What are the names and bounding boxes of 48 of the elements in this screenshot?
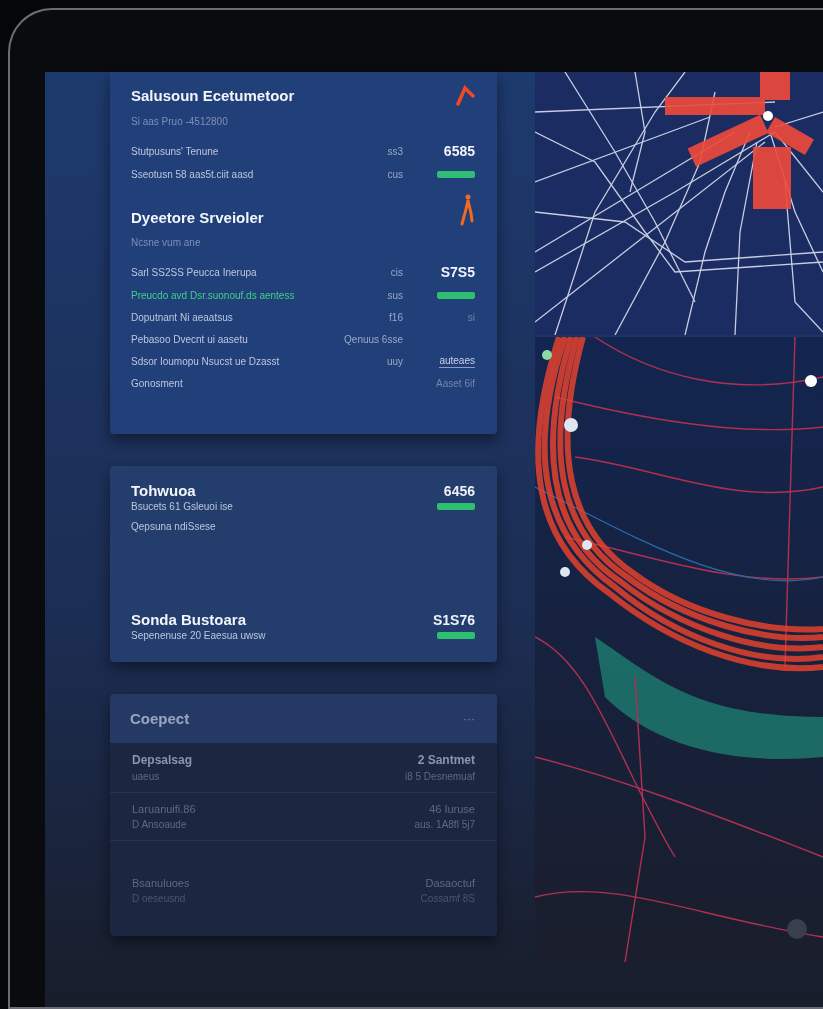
section-title: Dyeetore Srveioler: [131, 208, 264, 226]
row-label: Preucdo avd Dsr.suonouf.ds aentess: [131, 289, 296, 301]
row-note: f16: [389, 311, 403, 323]
row-value: si: [467, 311, 475, 323]
table-cell: i8 5 Desnemuaf: [404, 771, 475, 782]
table-cell-text: uaeus: [132, 771, 161, 782]
table-cell: 46 Iuruse: [429, 803, 475, 815]
row-label: Sepenenuse 20 Eaesua uwsw: [131, 629, 267, 641]
status-badge: [437, 291, 475, 299]
row-note: Qenuus 6sse: [344, 333, 403, 345]
table-cell: aus. 1A8fl 5j7: [414, 819, 475, 830]
row-label: Gonosment: [131, 377, 184, 389]
table-title: Coepect: [130, 710, 190, 727]
amount-value: 6585: [443, 143, 475, 159]
row-note: sus: [387, 289, 403, 301]
row-value: Aaset 6if: [436, 377, 475, 389]
table-cell: 2 Santmet: [417, 753, 475, 767]
row-note: cus: [387, 168, 403, 180]
row-label: Sdsor Ioumopu Nsucst ue Dzasst: [131, 355, 281, 367]
amount-value: S7S5: [440, 264, 475, 280]
figure-icon: [459, 193, 475, 227]
table-cell: Laruanuifi.86: [132, 803, 196, 815]
row-label: Doputnant Ni aeaatsus: [131, 311, 234, 323]
row-label: Qepsuna ndiSsese: [131, 520, 217, 532]
section-title: Tohwuoa: [131, 482, 196, 499]
row-label: Sseotusn 58 aas5t.ciit aasd: [131, 168, 255, 180]
row-note: ss3: [387, 145, 403, 157]
section-title: Salusoun Ecetumetoor: [131, 86, 295, 104]
section-subtitle: Ncsne vum ane: [131, 237, 202, 248]
row-label: Stutpusuns' Tenune: [131, 145, 220, 157]
section-subtitle: Si aas Pruo -4512800: [131, 116, 229, 127]
table-cell: Bsanuluoes: [132, 877, 190, 889]
section-title: Sonda Bustoara: [131, 611, 247, 628]
table-cell: Depsalsag: [132, 753, 193, 767]
row-label: Bsucets 61 Gsleuoi ise: [131, 500, 234, 512]
row-note: cis: [390, 266, 403, 278]
amount-value: 6456: [443, 482, 475, 499]
row-note: uuy: [386, 355, 403, 367]
table-cell: Dasaoctuf: [425, 877, 475, 889]
row-label: Pebasoo Dvecnt ui aasetu: [131, 333, 249, 345]
amount-value: S1S76: [432, 611, 475, 628]
status-badge: [437, 631, 475, 639]
chevron-icon: [455, 84, 475, 106]
status-badge: [437, 502, 475, 510]
row-link[interactable]: auteaes: [439, 354, 475, 368]
table-cell-text: D Ansoaude: [132, 819, 188, 830]
status-badge: [437, 170, 475, 178]
row-label: Sarl SS2SS Peucca Inerupa: [131, 266, 258, 278]
